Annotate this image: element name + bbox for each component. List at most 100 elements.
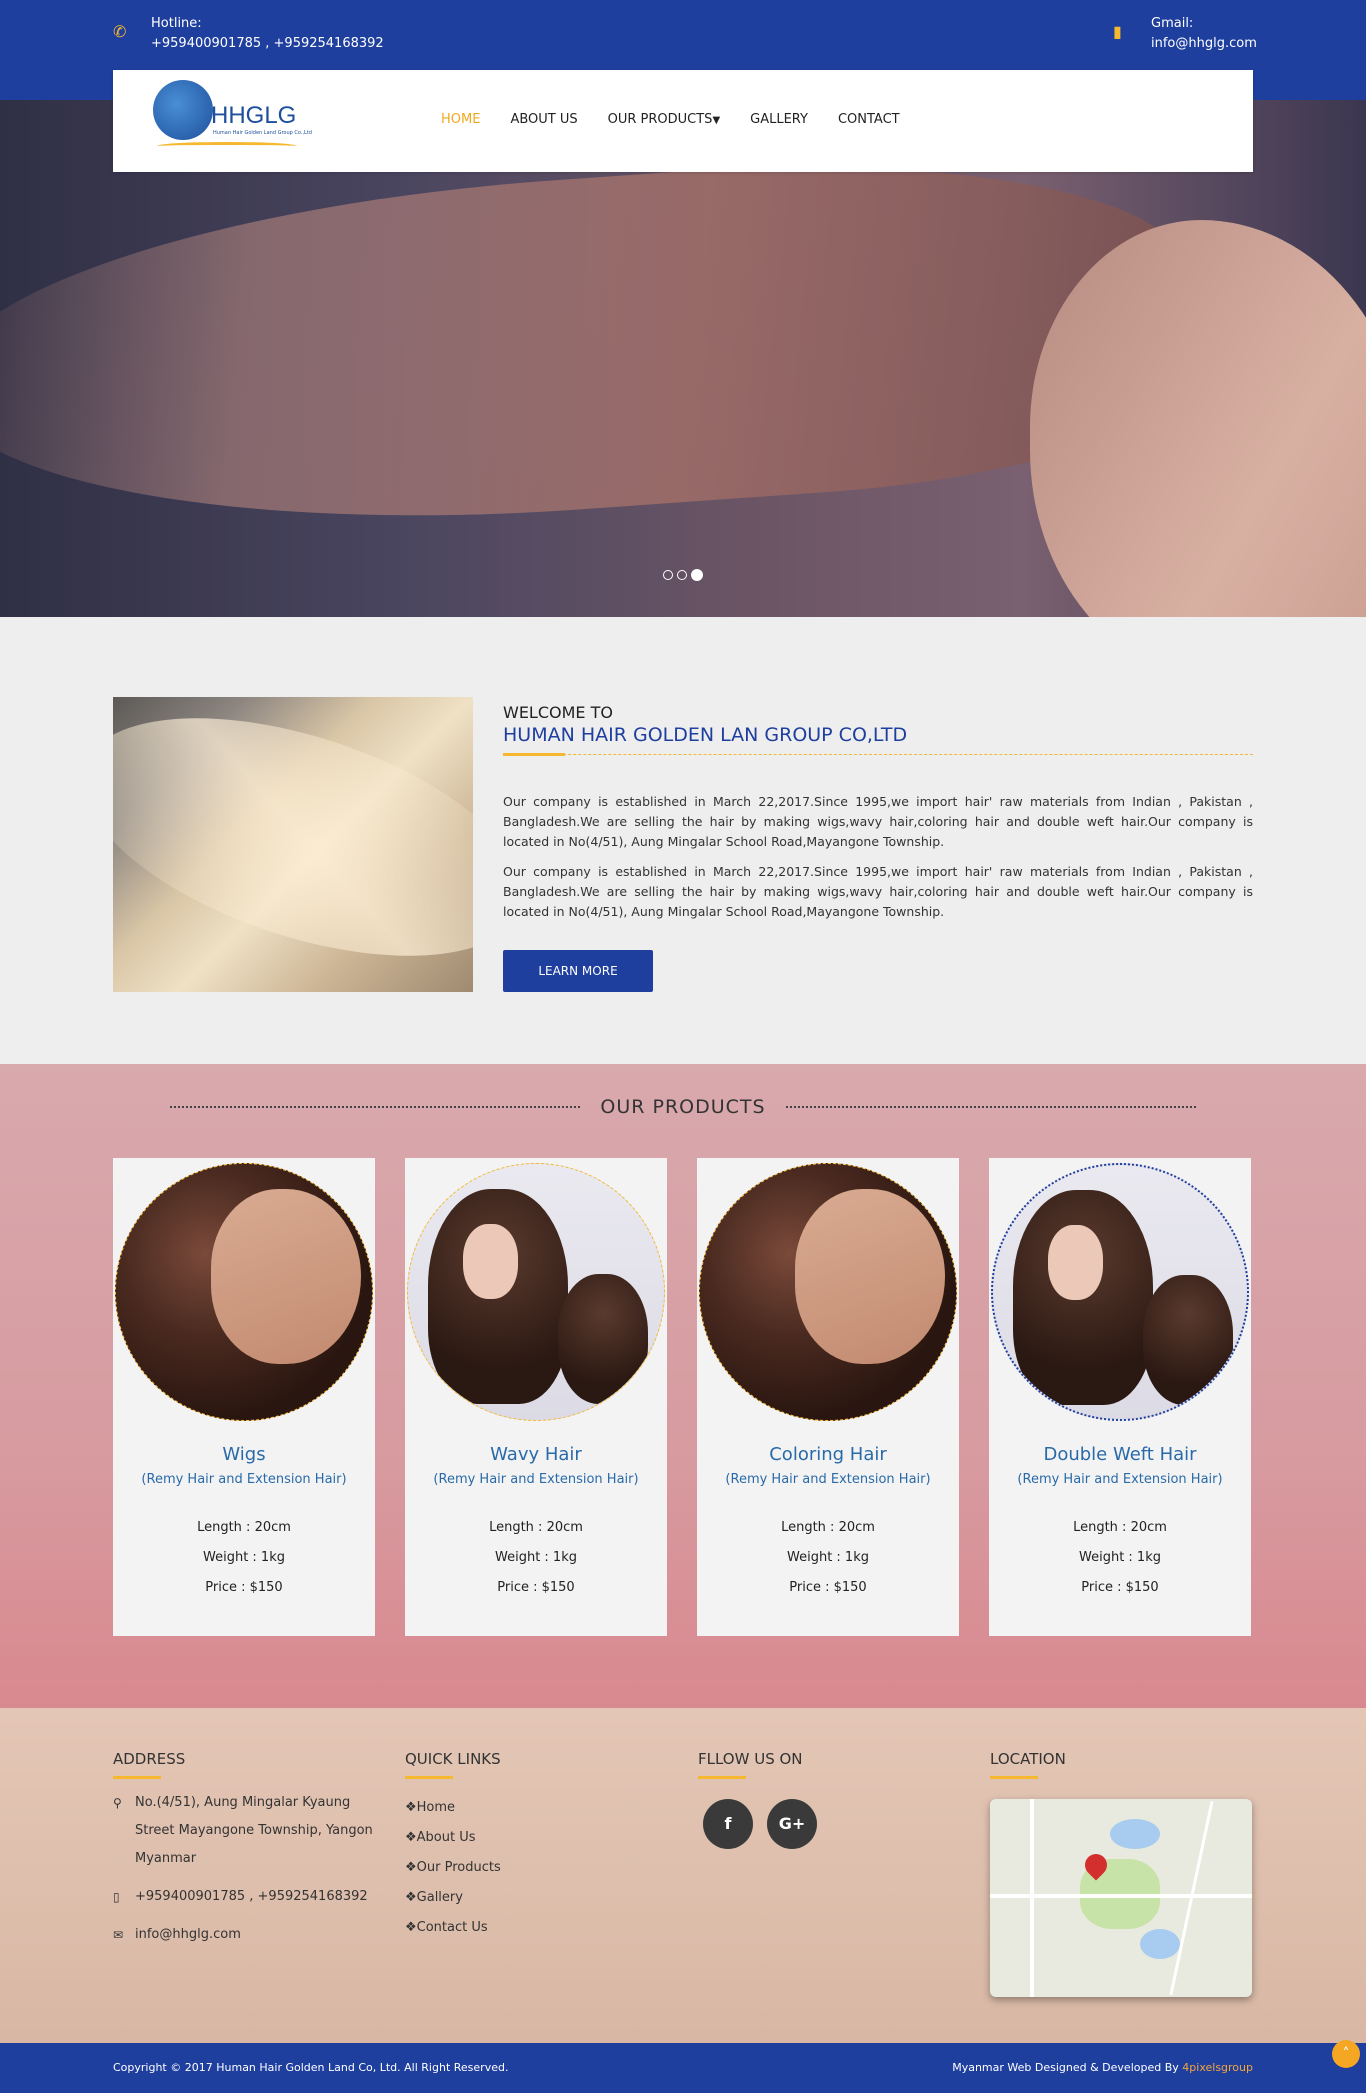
product-length: Length : 20cm	[489, 1520, 583, 1535]
bottom-bar: Copyright © 2017 Human Hair Golden Land …	[0, 2043, 1366, 2093]
logo-text: HHGLG	[211, 102, 297, 129]
hotline-block: ✆ Hotline: +959400901785 , +959254168392	[113, 14, 384, 54]
footer-quick-links: QUICK LINKS ❖Home ❖About Us ❖Our Product…	[405, 1750, 501, 1943]
quick-link-contact-us[interactable]: ❖Contact Us	[405, 1913, 501, 1943]
email-address[interactable]: info@hhglg.com	[1151, 34, 1257, 54]
email-row: ✉ info@hhglg.com	[113, 1921, 373, 1949]
heading-line-left	[170, 1106, 581, 1108]
product-card-wavy-hair[interactable]: Wavy Hair (Remy Hair and Extension Hair)…	[405, 1158, 667, 1636]
heading-underline	[405, 1776, 453, 1779]
nav-gallery[interactable]: GALLERY	[750, 112, 808, 127]
product-cards: Wigs (Remy Hair and Extension Hair) Leng…	[113, 1158, 1251, 1636]
products-section: OUR PRODUCTS Wigs (Remy Hair and Extensi…	[0, 1064, 1366, 1708]
globe-icon	[153, 80, 213, 140]
social-links: f G+	[703, 1799, 817, 1849]
phone-icon: ✆	[113, 22, 127, 41]
quick-links-heading: QUICK LINKS	[405, 1750, 501, 1768]
footer-address: ADDRESS ⚲ No.(4/51), Aung Mingalar Kyaun…	[113, 1750, 373, 1949]
heading-line-right	[785, 1106, 1196, 1108]
site-footer: ADDRESS ⚲ No.(4/51), Aung Mingalar Kyaun…	[0, 1708, 1366, 2043]
quick-link-our-products[interactable]: ❖Our Products	[405, 1853, 501, 1883]
hero-face-image	[1030, 220, 1366, 617]
nav-home[interactable]: HOME	[441, 112, 480, 127]
product-length: Length : 20cm	[1073, 1520, 1167, 1535]
product-image[interactable]	[991, 1163, 1249, 1421]
book-icon: ▮	[1113, 22, 1122, 41]
address-heading: ADDRESS	[113, 1750, 186, 1768]
product-card-coloring-hair[interactable]: Coloring Hair (Remy Hair and Extension H…	[697, 1158, 959, 1636]
nav-our-products[interactable]: OUR PRODUCTS▼	[608, 112, 721, 127]
developer-prefix: Myanmar Web Designed & Developed By	[952, 2061, 1183, 2074]
product-price: Price : $150	[1081, 1580, 1159, 1595]
hotline-label: Hotline:	[151, 16, 202, 31]
nav-contact[interactable]: CONTACT	[838, 112, 900, 127]
product-weight: Weight : 1kg	[1079, 1550, 1161, 1565]
product-name[interactable]: Wigs	[113, 1444, 375, 1465]
product-price: Price : $150	[789, 1580, 867, 1595]
product-subtitle: (Remy Hair and Extension Hair)	[141, 1472, 347, 1487]
footer-phone[interactable]: +959400901785 , +959254168392	[135, 1883, 368, 1911]
footer-follow: FLLOW US ON f G+	[698, 1750, 817, 1849]
scroll-to-top-button[interactable]: ˄	[1332, 2040, 1360, 2068]
main-nav: HOME ABOUT US OUR PRODUCTS▼ GALLERY CONT…	[441, 112, 900, 127]
product-card-double-weft-hair[interactable]: Double Weft Hair (Remy Hair and Extensio…	[989, 1158, 1251, 1636]
product-weight: Weight : 1kg	[787, 1550, 869, 1565]
email-block: ▮ Gmail: info@hhglg.com	[1113, 14, 1257, 54]
location-heading: LOCATION	[990, 1750, 1066, 1768]
google-plus-icon[interactable]: G+	[767, 1799, 817, 1849]
location-map[interactable]	[990, 1799, 1252, 1997]
quick-links-list: ❖Home ❖About Us ❖Our Products ❖Gallery ❖…	[405, 1793, 501, 1943]
facebook-icon[interactable]: f	[703, 1799, 753, 1849]
product-length: Length : 20cm	[197, 1520, 291, 1535]
hotline-numbers[interactable]: +959400901785 , +959254168392	[151, 34, 384, 54]
product-name[interactable]: Coloring Hair	[697, 1444, 959, 1465]
product-weight: Weight : 1kg	[203, 1550, 285, 1565]
hero-slider	[0, 100, 1366, 617]
product-weight: Weight : 1kg	[495, 1550, 577, 1565]
product-price: Price : $150	[205, 1580, 283, 1595]
email-label: Gmail:	[1151, 16, 1194, 31]
site-logo[interactable]: HHGLG Human Hair Golden Land Group Co.,L…	[153, 80, 312, 160]
quick-link-gallery[interactable]: ❖Gallery	[405, 1883, 501, 1913]
address-row: ⚲ No.(4/51), Aung Mingalar Kyaung Street…	[113, 1789, 373, 1873]
envelope-icon: ✉	[113, 1928, 124, 1942]
product-name[interactable]: Wavy Hair	[405, 1444, 667, 1465]
address-text: No.(4/51), Aung Mingalar Kyaung Street M…	[135, 1795, 373, 1866]
product-image[interactable]	[699, 1163, 957, 1421]
product-subtitle: (Remy Hair and Extension Hair)	[433, 1472, 639, 1487]
heading-underline	[113, 1776, 161, 1779]
welcome-title: HUMAN HAIR GOLDEN LAN GROUP CO,LTD	[503, 724, 908, 746]
caret-down-icon: ▼	[712, 115, 721, 126]
nav-our-products-label: OUR PRODUCTS	[607, 112, 713, 127]
slider-dot-1[interactable]	[663, 570, 673, 580]
map-marker-icon: ⚲	[113, 1796, 122, 1810]
products-heading-text: OUR PRODUCTS	[600, 1096, 766, 1118]
follow-heading: FLLOW US ON	[698, 1750, 803, 1768]
product-image[interactable]	[407, 1163, 665, 1421]
welcome-subtitle: WELCOME TO	[503, 703, 613, 722]
title-divider	[503, 753, 1253, 756]
slider-dot-3[interactable]	[691, 569, 703, 581]
welcome-paragraph-1: Our company is established in March 22,2…	[503, 794, 1253, 849]
logo-swoosh	[157, 142, 297, 150]
developer-link[interactable]: 4pixelsgroup	[1182, 2061, 1253, 2074]
welcome-image	[113, 697, 473, 992]
footer-email[interactable]: info@hhglg.com	[135, 1921, 241, 1949]
nav-about-us[interactable]: ABOUT US	[510, 112, 577, 127]
slider-dots	[663, 569, 703, 581]
slider-dot-2[interactable]	[677, 570, 687, 580]
mobile-icon: ▯	[113, 1890, 120, 1904]
developer-credit: Myanmar Web Designed & Developed By 4pix…	[952, 2061, 1253, 2074]
learn-more-button[interactable]: LEARN MORE	[503, 950, 653, 992]
products-heading: OUR PRODUCTS	[170, 1096, 1196, 1118]
quick-link-about-us[interactable]: ❖About Us	[405, 1823, 501, 1853]
welcome-section: WELCOME TO HUMAN HAIR GOLDEN LAN GROUP C…	[503, 697, 1253, 992]
heading-underline	[990, 1776, 1038, 1779]
phone-row: ▯ +959400901785 , +959254168392	[113, 1883, 373, 1911]
product-subtitle: (Remy Hair and Extension Hair)	[1017, 1472, 1223, 1487]
product-card-wigs[interactable]: Wigs (Remy Hair and Extension Hair) Leng…	[113, 1158, 375, 1636]
product-image[interactable]	[115, 1163, 373, 1421]
quick-link-home[interactable]: ❖Home	[405, 1793, 501, 1823]
footer-location: LOCATION	[990, 1750, 1252, 1997]
product-name[interactable]: Double Weft Hair	[989, 1444, 1251, 1465]
